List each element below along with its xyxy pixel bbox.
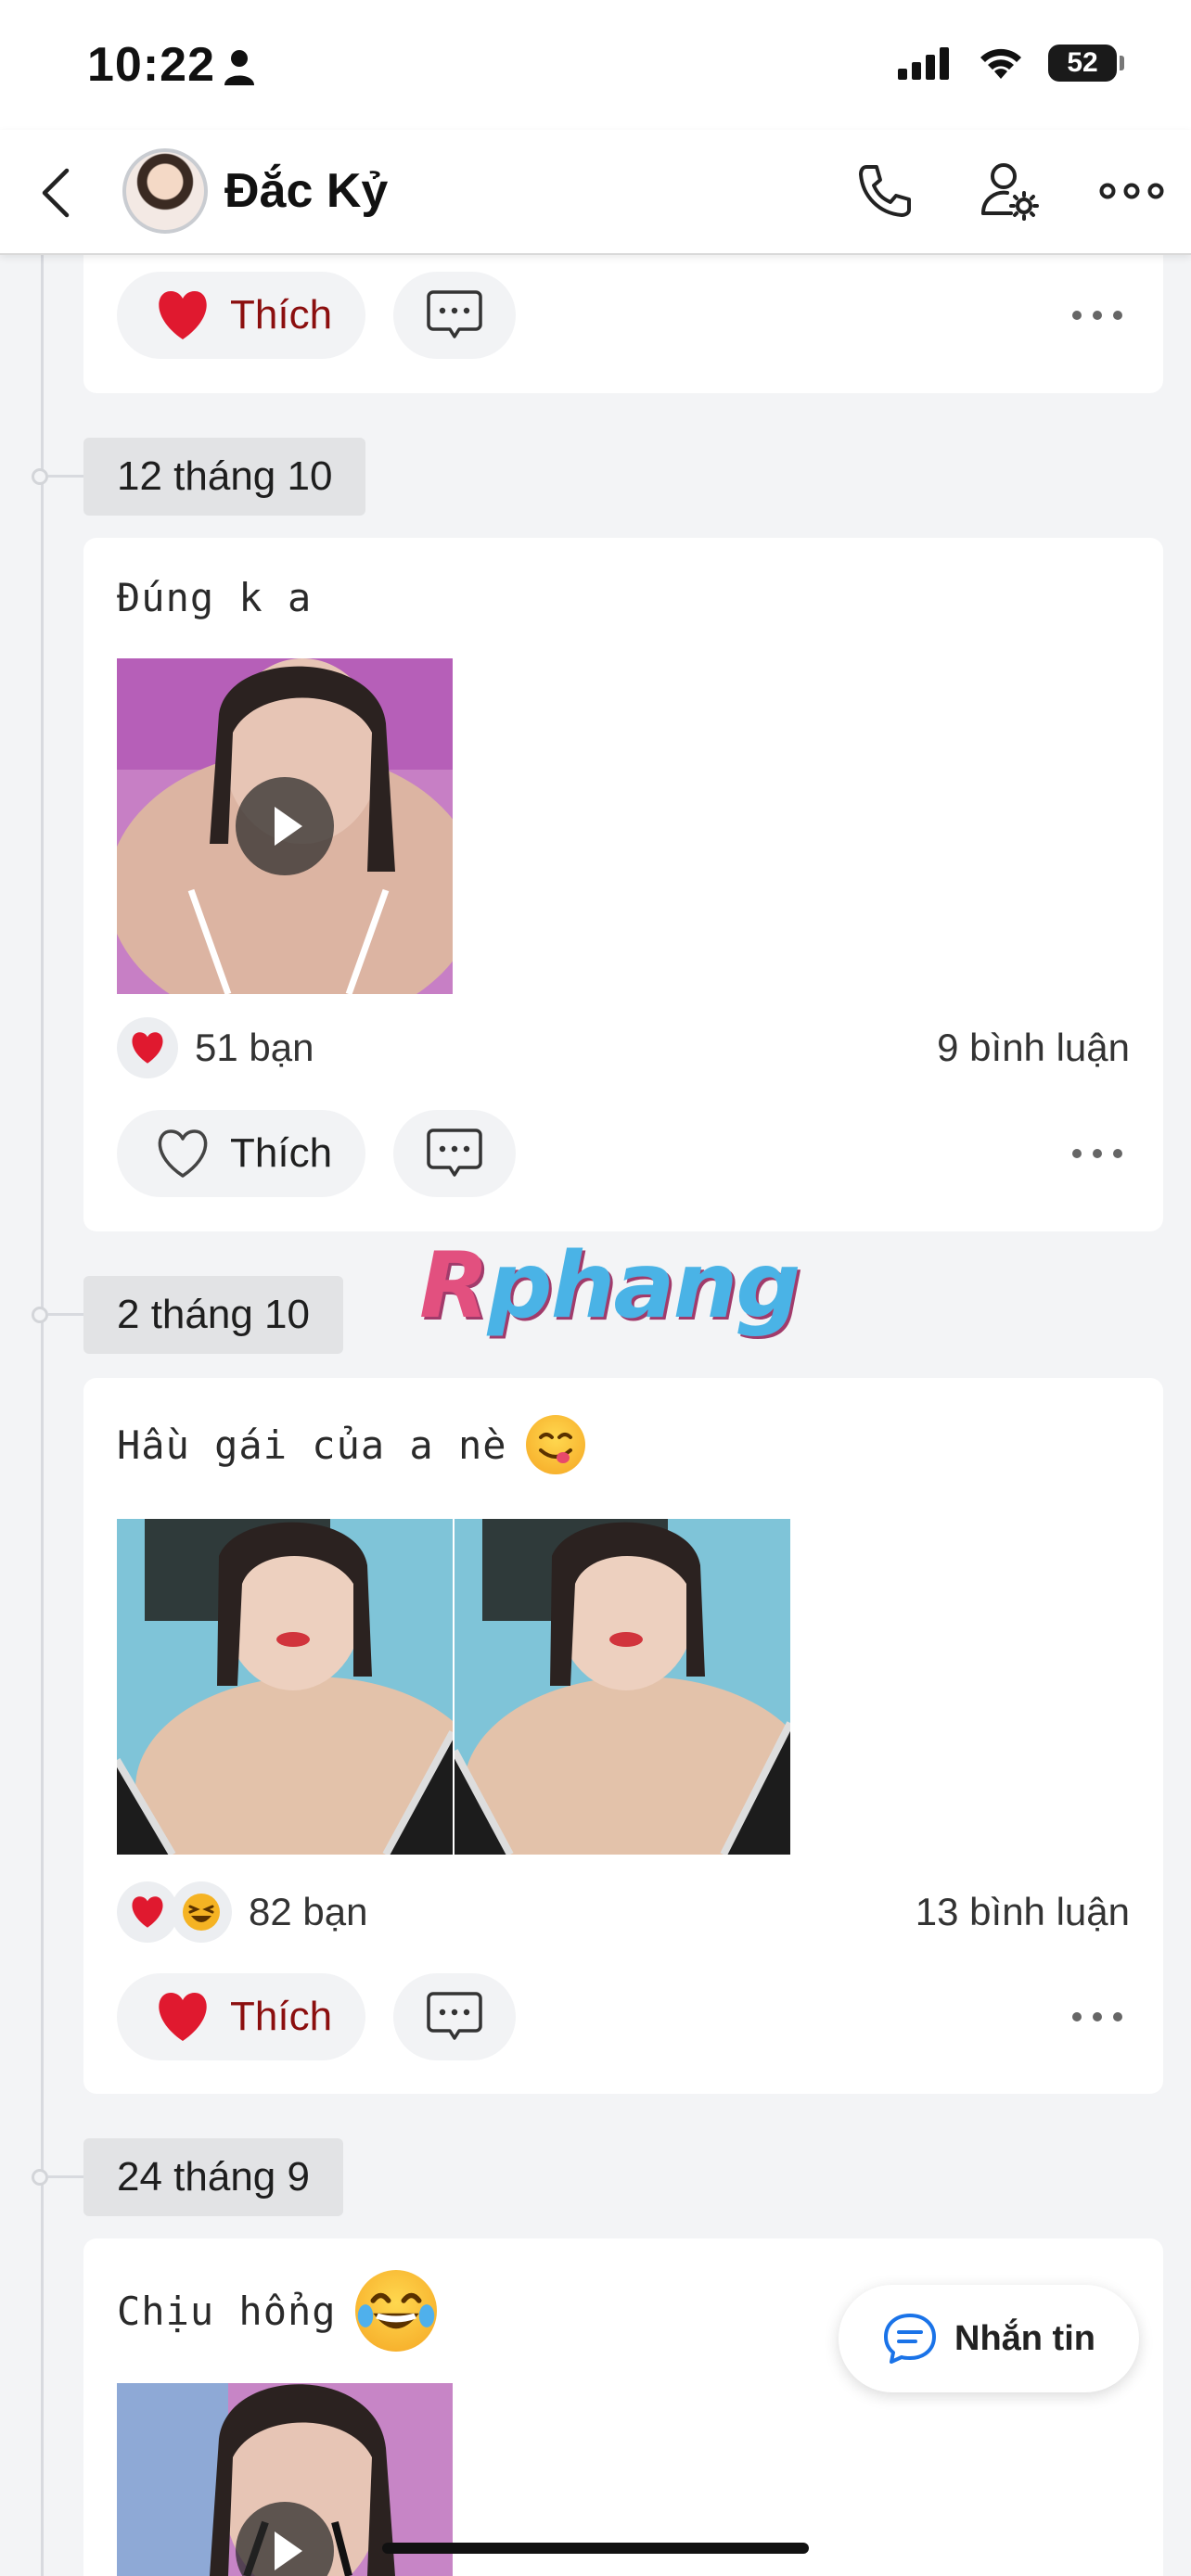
play-icon[interactable] <box>236 777 334 875</box>
post-card: Hầu gái của a nè 82 bạn 13 bình luận Thí… <box>83 1378 1163 2094</box>
person-icon <box>224 50 254 85</box>
yum-emoji-icon <box>525 1415 585 1474</box>
more-dots-icon <box>1072 1149 1122 1158</box>
timeline-connector <box>48 1313 83 1316</box>
post-actions: Thích <box>117 1973 1130 2060</box>
photo-thumbnail[interactable] <box>117 1519 453 1855</box>
post-more-button[interactable] <box>1065 297 1130 334</box>
comment-button[interactable] <box>393 1973 517 2060</box>
date-chip: 2 tháng 10 <box>83 1276 343 1354</box>
comment-icon <box>427 1129 482 1177</box>
post-more-button[interactable] <box>1065 1998 1130 2035</box>
more-dots-icon <box>1072 311 1122 320</box>
phone-icon[interactable] <box>852 158 918 224</box>
post-caption: Đúng k a <box>117 574 313 620</box>
post-actions: Thích <box>117 272 1130 359</box>
comment-button[interactable] <box>393 1110 517 1197</box>
like-label: Thích <box>230 292 333 338</box>
battery-icon: 52 <box>1048 45 1124 82</box>
message-button[interactable]: Nhắn tin <box>839 2285 1139 2392</box>
photo-thumbnail[interactable] <box>455 1519 790 1855</box>
timeline-connector <box>48 475 83 478</box>
like-button[interactable]: Thích <box>117 1973 366 2060</box>
like-label: Thích <box>230 1994 333 2039</box>
profile-header: Đắc Kỷ <box>0 130 1191 255</box>
like-button[interactable]: Thích <box>117 1110 366 1197</box>
date-chip: 24 tháng 9 <box>83 2138 343 2216</box>
timeline-line <box>41 253 44 2576</box>
user-settings-icon[interactable] <box>976 158 1043 224</box>
comment-icon <box>427 1992 482 2040</box>
post-caption: Chịu hổng <box>117 2288 337 2334</box>
status-indicators: 52 <box>898 45 1124 82</box>
heart-outline-icon <box>158 1129 208 1178</box>
reaction-heart-icon <box>117 1881 178 1943</box>
post-text: Chịu hổng <box>117 2266 437 2355</box>
reaction-count: 82 bạn <box>249 1890 368 1933</box>
timeline-dot <box>32 468 48 485</box>
date-chip: 12 tháng 10 <box>83 438 366 516</box>
reaction-summary[interactable]: 51 bạn 9 bình luận <box>117 1015 1130 1080</box>
like-button[interactable]: Thích <box>117 272 366 359</box>
comment-icon <box>427 290 482 338</box>
like-label: Thích <box>230 1130 333 1176</box>
post-caption: Hầu gái của a nè <box>117 1422 507 1468</box>
post-actions: Thích <box>117 1110 1130 1197</box>
reaction-haha-icon <box>171 1881 232 1943</box>
chat-bubble-icon <box>884 2314 936 2364</box>
post-text: Đúng k a <box>117 566 312 629</box>
back-arrow-icon[interactable] <box>35 165 76 221</box>
cellular-signal-icon <box>898 47 949 80</box>
avatar[interactable] <box>122 148 208 234</box>
profile-name[interactable]: Đắc Kỷ <box>224 163 388 219</box>
comment-count[interactable]: 13 bình luận <box>916 1890 1130 1934</box>
wifi-icon <box>980 48 1021 79</box>
timeline-connector <box>48 2175 83 2178</box>
photo-placeholder <box>117 1519 453 1855</box>
heart-filled-icon <box>159 1993 207 2041</box>
timeline-dot <box>32 2169 48 2186</box>
comment-button[interactable] <box>393 272 517 359</box>
post-more-button[interactable] <box>1065 1135 1130 1172</box>
post-card: Đúng k a 51 bạn 9 bình luận Thích <box>83 538 1163 1231</box>
reaction-heart-icon <box>117 1017 178 1078</box>
message-button-label: Nhắn tin <box>954 2318 1095 2358</box>
status-bar: 10:22 52 <box>0 0 1191 130</box>
post-text: Hầu gái của a nè <box>117 1406 585 1484</box>
post-card: Thích <box>83 232 1163 393</box>
tears-of-joy-emoji-icon <box>354 2270 437 2352</box>
video-thumbnail[interactable] <box>117 658 453 994</box>
more-dots-icon <box>1072 2012 1122 2021</box>
timeline-dot <box>32 1307 48 1323</box>
photo-placeholder <box>455 1519 790 1855</box>
comment-count[interactable]: 9 bình luận <box>937 1026 1130 1070</box>
status-time: 10:22 <box>87 38 215 92</box>
more-options-icon[interactable] <box>1098 158 1165 224</box>
reaction-summary[interactable]: 82 bạn 13 bình luận <box>117 1880 1130 1945</box>
home-indicator[interactable] <box>382 2543 809 2554</box>
watermark: Rphang <box>419 1233 800 1339</box>
reaction-count: 51 bạn <box>195 1026 314 1069</box>
heart-filled-icon <box>159 291 207 339</box>
